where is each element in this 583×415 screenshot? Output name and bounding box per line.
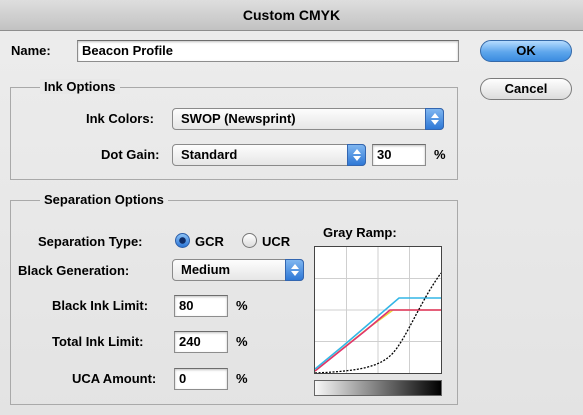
black-generation-value: Medium (181, 262, 231, 277)
ucr-radio-label[interactable]: UCR (262, 234, 290, 249)
ink-colors-label: Ink Colors: (86, 111, 154, 126)
custom-cmyk-dialog: Custom CMYK Name: Beacon Profile OK Canc… (0, 0, 583, 415)
dot-gain-unit: % (434, 147, 446, 162)
total-ink-limit-input[interactable]: 240 (174, 331, 228, 353)
gray-ramp-label: Gray Ramp: (323, 225, 397, 240)
window-title: Custom CMYK (0, 0, 583, 31)
black-generation-popup[interactable]: Medium (172, 259, 304, 281)
ink-colors-popup[interactable]: SWOP (Newsprint) (172, 108, 444, 130)
gcr-radio-label[interactable]: GCR (195, 234, 224, 249)
ink-options-title: Ink Options (40, 79, 120, 94)
black-ink-limit-label: Black Ink Limit: (52, 298, 149, 313)
popup-arrows-icon (347, 144, 366, 166)
dot-gain-amount-input[interactable]: 30 (372, 144, 426, 166)
name-label: Name: (11, 43, 51, 58)
total-ink-limit-label: Total Ink Limit: (52, 334, 144, 349)
cancel-button[interactable]: Cancel (480, 78, 572, 100)
black-ink-limit-unit: % (236, 298, 248, 313)
ink-options-group (10, 87, 458, 180)
gcr-radio[interactable] (175, 233, 190, 248)
ucr-radio[interactable] (242, 233, 257, 248)
dot-gain-value: Standard (181, 147, 238, 162)
dot-gain-label: Dot Gain: (101, 147, 160, 162)
ok-button[interactable]: OK (480, 40, 572, 62)
popup-arrows-icon (425, 108, 444, 130)
gray-ramp-curves (314, 247, 442, 374)
popup-arrows-icon (285, 259, 304, 281)
black-generation-label: Black Generation: (18, 263, 130, 278)
uca-amount-input[interactable]: 0 (174, 368, 228, 390)
total-ink-limit-unit: % (236, 334, 248, 349)
ink-colors-value: SWOP (Newsprint) (181, 111, 296, 126)
gray-ramp-graph (314, 246, 442, 374)
uca-amount-label: UCA Amount: (72, 371, 157, 386)
dot-gain-popup[interactable]: Standard (172, 144, 366, 166)
gray-gradient-bar (314, 380, 442, 396)
name-input[interactable]: Beacon Profile (77, 40, 459, 62)
separation-options-title: Separation Options (40, 192, 168, 207)
uca-amount-unit: % (236, 371, 248, 386)
separation-type-label: Separation Type: (38, 234, 143, 249)
black-ink-limit-input[interactable]: 80 (174, 295, 228, 317)
